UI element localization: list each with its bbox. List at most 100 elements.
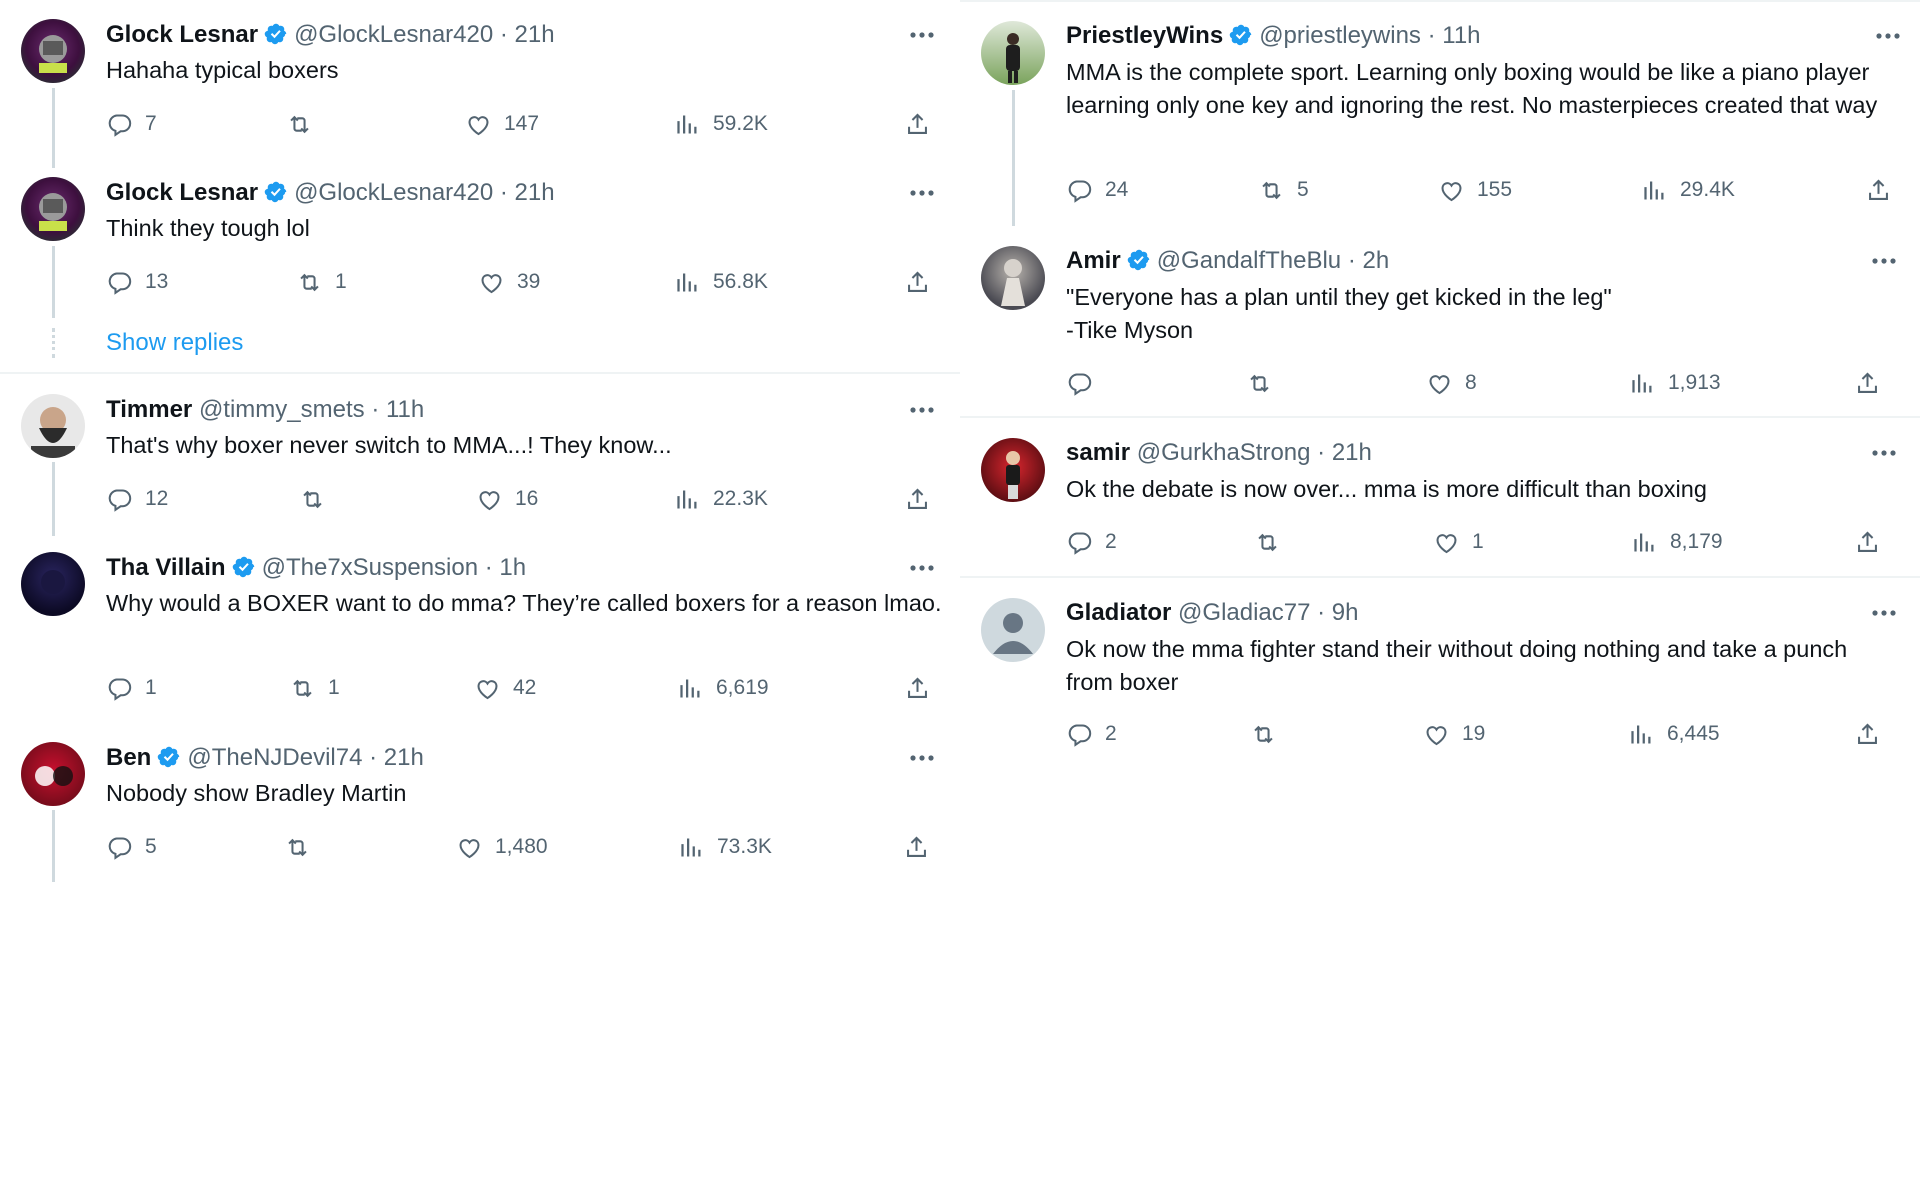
show-replies-link[interactable]: Show replies [106,328,243,358]
repost-button[interactable] [299,482,338,516]
share-button[interactable] [1854,366,1881,400]
user-handle[interactable]: @GlockLesnar420 [294,21,493,48]
timestamp[interactable]: · 2h [1348,247,1389,274]
display-name[interactable]: samir [1066,439,1130,466]
timestamp[interactable]: · 21h [500,179,555,206]
repost-button[interactable] [284,830,323,864]
more-icon[interactable] [904,20,940,50]
reply-button[interactable] [1066,366,1105,400]
views-button[interactable]: 1,913 [1629,366,1721,400]
like-button[interactable]: 1 [1433,525,1484,559]
display-name[interactable]: Glock Lesnar [106,21,258,48]
like-button[interactable]: 147 [465,107,539,141]
views-button[interactable]: 6,619 [677,671,769,705]
timestamp[interactable]: · 21h [1317,439,1372,466]
display-name[interactable]: PriestleyWins [1066,22,1223,49]
more-icon[interactable] [904,743,940,773]
avatar[interactable] [981,21,1045,85]
tweet[interactable]: Glock Lesnar @GlockLesnar420 · 21h Think … [0,158,960,318]
display-name[interactable]: Ben [106,744,151,771]
views-button[interactable]: 6,445 [1628,717,1720,751]
reply-button[interactable]: 2 [1066,525,1117,559]
share-button[interactable] [904,482,931,516]
tweet[interactable]: Ben @TheNJDevil74 · 21h Nobody show Bradl… [0,724,960,884]
avatar[interactable] [981,598,1045,662]
like-button[interactable]: 19 [1423,717,1485,751]
more-icon[interactable] [904,395,940,425]
avatar[interactable] [981,438,1045,502]
user-handle[interactable]: @GlockLesnar420 [294,179,493,206]
tweet[interactable]: Gladiator @Gladiac77 · 9h Ok now the mma… [960,578,1920,768]
views-button[interactable]: 22.3K [674,482,768,516]
more-icon[interactable] [1866,246,1902,276]
views-button[interactable]: 73.3K [678,830,772,864]
tweet[interactable]: Timmer @timmy_smets · 11h That's why box… [0,376,960,536]
more-icon[interactable] [904,178,940,208]
user-handle[interactable]: @Gladiac77 [1178,599,1310,626]
display-name[interactable]: Glock Lesnar [106,179,258,206]
repost-button[interactable]: 1 [289,671,340,705]
more-icon[interactable] [1866,598,1902,628]
timestamp[interactable]: · 21h [369,744,424,771]
user-handle[interactable]: @GurkhaStrong [1137,439,1311,466]
timestamp[interactable]: · 11h [371,396,424,423]
views-button[interactable]: 56.8K [674,265,768,299]
avatar[interactable] [21,394,85,458]
like-button[interactable]: 42 [474,671,536,705]
display-name[interactable]: Gladiator [1066,599,1171,626]
tweet[interactable]: Amir @GandalfTheBlu · 2h "Everyone has a … [960,226,1920,416]
timestamp[interactable]: · 1h [485,554,526,581]
repost-button[interactable] [1254,525,1293,559]
tweet[interactable]: PriestleyWins @priestleywins · 11h MMA is… [960,0,1920,238]
like-button[interactable]: 1,480 [456,830,548,864]
tweet[interactable]: Glock Lesnar @GlockLesnar420 · 21h Hahaha… [0,0,960,168]
views-button[interactable]: 29.4K [1641,173,1735,207]
reply-button[interactable]: 2 [1066,717,1117,751]
display-name[interactable]: Tha Villain [106,554,226,581]
repost-button[interactable] [1246,366,1285,400]
user-handle[interactable]: @The7xSuspension [262,554,479,581]
repost-button[interactable]: 1 [296,265,347,299]
display-name[interactable]: Amir [1066,247,1121,274]
share-button[interactable] [1854,717,1881,751]
avatar[interactable] [21,177,85,241]
repost-button[interactable] [1250,717,1289,751]
timestamp[interactable]: · 21h [500,21,555,48]
reply-button[interactable]: 13 [106,265,168,299]
reply-button[interactable]: 24 [1066,173,1128,207]
share-button[interactable] [904,107,931,141]
avatar[interactable] [21,742,85,806]
avatar[interactable] [21,19,85,83]
like-button[interactable]: 8 [1426,366,1477,400]
tweet[interactable]: Tha Villain @The7xSuspension · 1h Why wou… [0,534,960,724]
user-handle[interactable]: @GandalfTheBlu [1157,247,1341,274]
tweet[interactable]: samir @GurkhaStrong · 21h Ok the debate … [960,418,1920,576]
display-name[interactable]: Timmer [106,396,192,423]
like-button[interactable]: 155 [1438,173,1512,207]
share-button[interactable] [904,671,931,705]
user-handle[interactable]: @timmy_smets [199,396,365,423]
reply-button[interactable]: 12 [106,482,168,516]
share-button[interactable] [1865,173,1892,207]
avatar[interactable] [21,552,85,616]
more-icon[interactable] [1870,21,1906,51]
views-button[interactable]: 8,179 [1631,525,1723,559]
more-icon[interactable] [904,553,940,583]
share-button[interactable] [903,830,930,864]
timestamp[interactable]: · 9h [1317,599,1358,626]
repost-button[interactable]: 5 [1258,173,1309,207]
views-button[interactable]: 59.2K [674,107,768,141]
like-button[interactable]: 39 [478,265,540,299]
share-button[interactable] [904,265,931,299]
repost-button[interactable] [286,107,325,141]
reply-button[interactable]: 1 [106,671,157,705]
user-handle[interactable]: @TheNJDevil74 [187,744,362,771]
more-icon[interactable] [1866,438,1902,468]
user-handle[interactable]: @priestleywins [1259,22,1421,49]
share-button[interactable] [1854,525,1881,559]
avatar[interactable] [981,246,1045,310]
reply-button[interactable]: 5 [106,830,157,864]
like-button[interactable]: 16 [476,482,538,516]
reply-button[interactable]: 7 [106,107,157,141]
timestamp[interactable]: · 11h [1428,22,1481,49]
